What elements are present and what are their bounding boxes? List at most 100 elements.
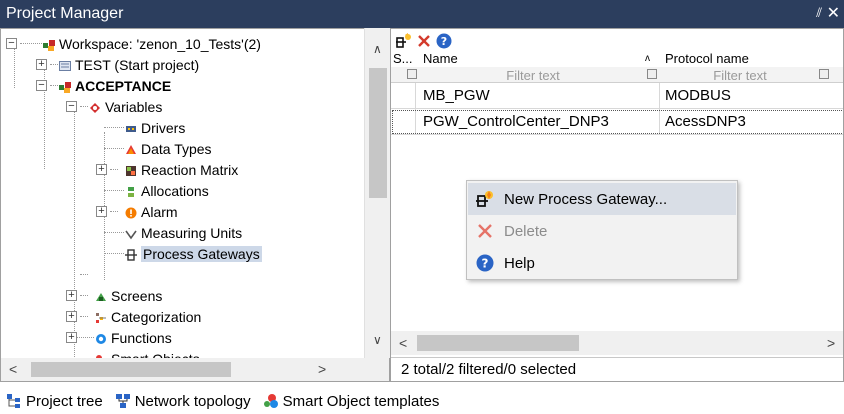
tree-item-drivers[interactable]: Drivers xyxy=(125,117,185,138)
tab-smart-object-templates[interactable]: Smart Object templates xyxy=(257,388,446,414)
project-icon xyxy=(59,59,71,71)
menu-item-new-process-gateway[interactable]: New Process Gateway... xyxy=(468,183,736,215)
allocations-icon xyxy=(125,185,137,197)
scroll-left-icon[interactable]: < xyxy=(399,335,407,351)
tree-horizontal-scrollbar[interactable]: < > xyxy=(1,358,389,381)
name-filter-input[interactable]: Filter text xyxy=(423,68,643,83)
tree-connector xyxy=(80,274,88,275)
tree-item-test-project[interactable]: TEST (Start project) xyxy=(59,54,199,75)
scroll-thumb[interactable] xyxy=(369,68,387,198)
tree-item-label: Measuring Units xyxy=(141,224,243,241)
tab-label: Network topology xyxy=(134,392,251,410)
new-gateway-icon xyxy=(476,190,494,208)
expand-toggle[interactable]: + xyxy=(96,206,107,217)
expand-toggle[interactable]: + xyxy=(66,332,77,343)
tree-connector xyxy=(110,169,118,170)
menu-item-label: New Process Gateway... xyxy=(504,190,668,208)
column-protocol-header[interactable]: Protocol name xyxy=(665,51,749,66)
expand-toggle[interactable]: + xyxy=(96,164,107,175)
menu-item-delete[interactable]: Delete xyxy=(468,215,736,247)
filter-icon[interactable] xyxy=(407,69,417,79)
filter-icon[interactable] xyxy=(647,69,657,79)
menu-item-help[interactable]: ? Help xyxy=(468,247,736,279)
help-icon: ? xyxy=(476,254,494,272)
tree-connector xyxy=(80,295,88,296)
filter-icon[interactable] xyxy=(819,69,829,79)
tab-network-topology[interactable]: Network topology xyxy=(109,388,257,414)
collapse-toggle[interactable]: − xyxy=(36,80,47,91)
grid-header: S... Name ᴧ Protocol name xyxy=(391,51,843,67)
scroll-right-icon[interactable]: > xyxy=(827,335,835,351)
table-row[interactable]: MB_PGW MODBUS xyxy=(391,83,843,109)
tree-item-label: Reaction Matrix xyxy=(141,161,239,178)
tree-connector xyxy=(104,232,124,233)
data-types-icon xyxy=(125,143,137,155)
tree-item-categorization[interactable]: Categorization xyxy=(95,306,201,327)
tree-connector xyxy=(14,48,15,88)
table-row[interactable]: PGW_ControlCenter_DNP3 AcessDNP3 xyxy=(391,109,843,135)
close-icon[interactable]: ✕ xyxy=(827,3,840,23)
expand-toggle[interactable]: + xyxy=(66,311,77,322)
network-topology-icon xyxy=(115,393,131,409)
tree-item-workspace[interactable]: Workspace: 'zenon_10_Tests'(2) xyxy=(43,33,261,54)
svg-text:?: ? xyxy=(482,257,489,271)
tree-connector xyxy=(74,111,75,367)
sort-indicator-icon: ᴧ xyxy=(645,53,650,64)
pin-icon[interactable]: ⫽ xyxy=(816,5,822,21)
tree-item-label: ACCEPTANCE xyxy=(75,77,172,94)
gateway-name-cell: PGW_ControlCenter_DNP3 xyxy=(423,113,609,130)
tree-item-variables[interactable]: Variables xyxy=(89,96,162,117)
collapse-toggle[interactable]: − xyxy=(66,101,77,112)
tree-item-functions[interactable]: Functions xyxy=(95,327,172,348)
scroll-left-icon[interactable]: < xyxy=(9,361,17,377)
tree-item-label: Workspace: 'zenon_10_Tests'(2) xyxy=(59,35,261,52)
tree-item-measuring-units[interactable]: Measuring Units xyxy=(125,222,242,243)
tree-item-label: Screens xyxy=(111,287,163,304)
tree-item-label: TEST (Start project) xyxy=(75,56,200,73)
tree-item-data-types[interactable]: Data Types xyxy=(125,138,212,159)
functions-icon xyxy=(95,332,107,344)
collapse-toggle[interactable]: − xyxy=(6,38,17,49)
tree-item-acceptance[interactable]: ACCEPTANCE xyxy=(59,75,171,96)
svg-text:?: ? xyxy=(441,35,447,48)
column-status-header[interactable]: S... xyxy=(393,51,413,66)
delete-icon[interactable] xyxy=(415,32,433,50)
expand-toggle[interactable]: + xyxy=(66,290,77,301)
gateway-protocol-cell: AcessDNP3 xyxy=(665,113,746,130)
scroll-up-icon[interactable]: ∧ xyxy=(373,42,382,56)
tree-item-reaction-matrix[interactable]: Reaction Matrix xyxy=(125,159,238,180)
tree-connector xyxy=(104,127,124,128)
tree-item-process-gateways[interactable]: Process Gateways xyxy=(125,243,262,264)
filter-row: Filter text Filter text xyxy=(391,67,843,83)
gateway-protocol-cell: MODBUS xyxy=(665,87,731,104)
grid-horizontal-scrollbar[interactable]: < > xyxy=(391,331,843,355)
tree-connector xyxy=(50,85,58,86)
tree-connector xyxy=(104,253,124,254)
expand-toggle[interactable]: + xyxy=(36,59,47,70)
tree-item-screens[interactable]: Screens xyxy=(95,285,162,306)
list-toolbar: ? xyxy=(391,29,453,53)
alarm-icon xyxy=(125,206,137,218)
tree-item-label: Allocations xyxy=(141,182,209,199)
tree-connector xyxy=(74,337,94,338)
tree-item-label: Functions xyxy=(111,329,172,346)
tree-vertical-scrollbar[interactable]: ∧ ∨ xyxy=(364,28,390,358)
project-tree-panel: − Workspace: 'zenon_10_Tests'(2) + TEST … xyxy=(0,28,390,382)
delete-icon xyxy=(476,222,494,240)
context-menu: New Process Gateway... Delete ? Help xyxy=(466,180,738,280)
column-name-header[interactable]: Name xyxy=(423,51,458,66)
tree-item-alarm[interactable]: Alarm xyxy=(125,201,178,222)
tab-project-tree[interactable]: Project tree xyxy=(0,388,109,414)
help-icon[interactable]: ? xyxy=(435,32,453,50)
tree-item-label: Variables xyxy=(105,98,163,115)
scroll-thumb[interactable] xyxy=(31,362,231,377)
protocol-filter-input[interactable]: Filter text xyxy=(665,68,815,83)
tree-connector xyxy=(110,211,118,212)
tree-item-allocations[interactable]: Allocations xyxy=(125,180,209,201)
scroll-right-icon[interactable]: > xyxy=(318,361,326,377)
selection-status: 2 total/2 filtered/0 selected xyxy=(401,361,577,378)
menu-item-label: Delete xyxy=(504,222,548,240)
new-gateway-icon[interactable] xyxy=(395,32,413,50)
scroll-thumb[interactable] xyxy=(417,335,579,351)
scroll-down-icon[interactable]: ∨ xyxy=(373,333,382,347)
